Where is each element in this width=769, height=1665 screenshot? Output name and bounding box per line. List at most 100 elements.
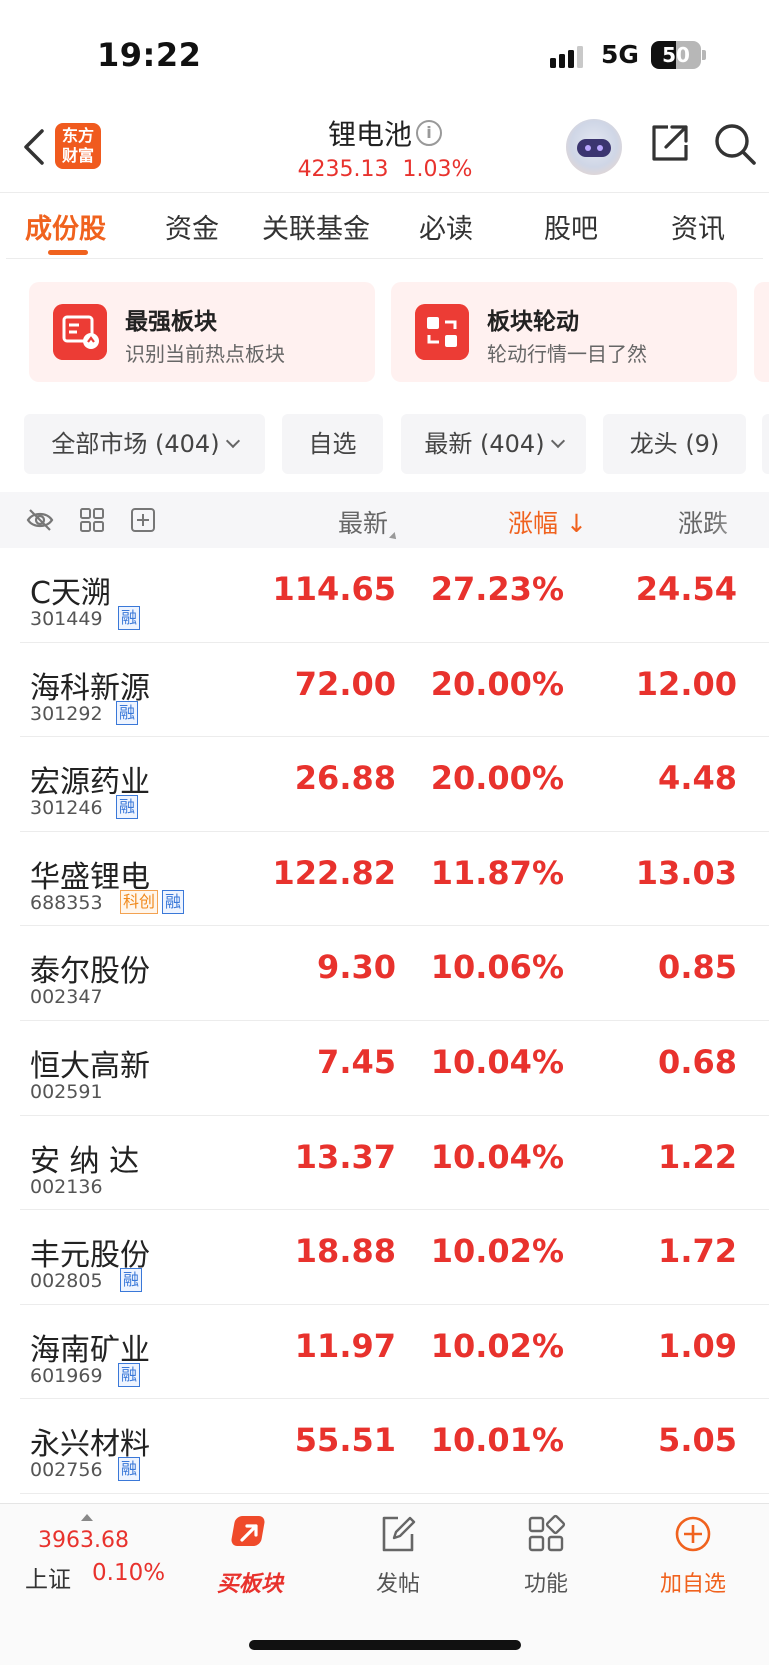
filter-label: 最新 (404)	[424, 430, 545, 458]
nav-label: 加自选	[659, 1572, 726, 1597]
stock-pct: 10.02%	[430, 1232, 564, 1271]
stock-change: 1.72	[658, 1232, 737, 1271]
chevron-down-icon	[550, 433, 565, 449]
battery-percent: 50	[662, 43, 690, 67]
margin-badge: 融	[116, 700, 139, 725]
column-pct-sorted[interactable]: 涨幅 ↓	[508, 504, 587, 540]
tab-related-funds[interactable]: 关联基金	[262, 207, 370, 246]
tabs-divider	[6, 258, 763, 259]
info-icon[interactable]: i	[416, 120, 442, 146]
stock-code: 601969	[30, 1364, 103, 1387]
stock-badges: 融	[116, 700, 139, 725]
market-filter-dropdown[interactable]: 全部市场 (404)	[24, 414, 265, 474]
sector-title-block: 锂电池 i 4235.13 1.03%	[250, 113, 520, 182]
strongest-sector-card[interactable]: 最强板块 识别当前热点板块	[29, 282, 375, 382]
stock-pct: 10.04%	[430, 1137, 564, 1176]
stock-price: 26.88	[294, 759, 396, 798]
margin-badge: 融	[162, 889, 185, 914]
stock-code: 002136	[30, 1175, 103, 1198]
stock-change: 4.48	[658, 759, 737, 798]
expand-caret-icon[interactable]	[81, 1514, 93, 1521]
stock-pct: 20.00%	[430, 759, 564, 798]
search-icon[interactable]	[712, 121, 758, 167]
stock-price: 114.65	[272, 570, 396, 608]
tab-news[interactable]: 资讯	[671, 207, 725, 246]
stock-code: 002805	[30, 1270, 103, 1293]
stock-row[interactable]: 华盛锂电 688353 科创融 122.82 11.87% 13.03	[0, 832, 769, 927]
stock-price: 55.51	[294, 1421, 396, 1460]
grid-view-icon[interactable]	[78, 506, 106, 534]
stock-row[interactable]: 安 纳 达 002136 13.37 10.04% 1.22	[0, 1116, 769, 1211]
stock-badges: 融	[120, 1268, 143, 1293]
stock-row[interactable]: 泰尔股份 002347 9.30 10.06% 0.85	[0, 926, 769, 1021]
add-box-icon[interactable]	[129, 506, 157, 534]
stock-list: C天溯 301449 融 114.65 27.23% 24.54 海科新源 30…	[0, 548, 769, 1494]
post-button[interactable]: 发帖	[343, 1514, 453, 1598]
stock-badges: 科创融	[120, 889, 185, 914]
page-title: 锂电池	[327, 118, 412, 151]
hide-eye-icon[interactable]	[26, 506, 54, 534]
stock-change: 13.03	[635, 853, 737, 892]
stock-badges: 融	[118, 1457, 141, 1482]
stock-row[interactable]: 丰元股份 002805 融 18.88 10.02% 1.72	[0, 1210, 769, 1305]
stock-code: 002756	[30, 1459, 103, 1482]
margin-badge: 融	[116, 795, 139, 820]
sh-index-name[interactable]: 上证	[25, 1560, 71, 1594]
next-card-edge[interactable]	[754, 282, 769, 382]
page-header: 东方财富 锂电池 i 4235.13 1.03%	[0, 105, 769, 193]
leader-filter[interactable]: 龙头 (9)	[603, 414, 746, 474]
stock-change: 1.22	[658, 1137, 737, 1176]
robot-face-icon	[577, 139, 611, 157]
sh-index-value[interactable]: 3963.68	[38, 1528, 129, 1553]
stock-pct: 11.87%	[430, 853, 564, 892]
add-watchlist-button[interactable]: 加自选	[638, 1514, 748, 1598]
column-latest[interactable]: 最新	[338, 504, 399, 542]
card-subtitle: 识别当前热点板块	[125, 342, 285, 366]
stock-change: 1.09	[658, 1326, 737, 1365]
tab-constituents[interactable]: 成份股	[25, 207, 106, 246]
sh-index-pct[interactable]: 0.10%	[92, 1560, 165, 1586]
stock-pct: 20.00%	[430, 664, 564, 703]
stock-name: C天溯	[30, 576, 111, 611]
stock-code: 301246	[30, 797, 103, 820]
sector-index-value: 4235.13	[297, 157, 389, 182]
star-market-badge: 科创	[120, 889, 159, 914]
sector-rotation-card[interactable]: 板块轮动 轮动行情一目了然	[391, 282, 737, 382]
tab-forum[interactable]: 股吧	[544, 207, 598, 246]
app-logo[interactable]: 东方财富	[55, 123, 101, 169]
latest-filter-dropdown[interactable]: 最新 (404)	[401, 414, 586, 474]
card-title: 最强板块	[125, 309, 217, 335]
buy-sector-button[interactable]: 买板块	[195, 1514, 305, 1598]
plus-circle-icon	[675, 1516, 711, 1552]
stock-row[interactable]: 海南矿业 601969 融 11.97 10.02% 1.09	[0, 1305, 769, 1400]
stock-code: 301449	[30, 608, 103, 630]
cellular-signal-icon	[550, 46, 583, 68]
tab-must-read[interactable]: 必读	[419, 207, 473, 246]
tab-bar: 成份股 资金 关联基金 必读 股吧 资讯	[0, 193, 769, 259]
stock-row[interactable]: C天溯 301449 融 114.65 27.23% 24.54	[0, 548, 769, 643]
share-icon[interactable]	[648, 121, 692, 165]
stock-pct: 10.04%	[430, 1042, 564, 1081]
next-filter-edge[interactable]	[762, 414, 769, 474]
stock-row[interactable]: 永兴材料 002756 融 55.51 10.01% 5.05	[0, 1399, 769, 1494]
margin-badge: 融	[118, 1362, 141, 1387]
sector-index-line: 4235.13 1.03%	[250, 157, 520, 182]
watchlist-filter[interactable]: 自选	[282, 414, 383, 474]
stock-name: 泰尔股份	[30, 954, 150, 990]
stock-price: 7.45	[317, 1042, 396, 1081]
stock-row[interactable]: 恒大高新 002591 7.45 10.04% 0.68	[0, 1021, 769, 1116]
stock-pct: 10.01%	[430, 1421, 564, 1460]
column-latest-label: 最新	[338, 509, 389, 538]
stock-row[interactable]: 宏源药业 301246 融 26.88 20.00% 4.48	[0, 737, 769, 832]
tab-capital[interactable]: 资金	[165, 207, 219, 246]
back-arrow-icon[interactable]	[18, 125, 48, 169]
margin-badge: 融	[118, 1457, 141, 1482]
home-indicator[interactable]	[249, 1640, 521, 1650]
functions-button[interactable]: 功能	[491, 1514, 601, 1598]
stock-row[interactable]: 海科新源 301292 融 72.00 20.00% 12.00	[0, 643, 769, 738]
strongest-sector-icon	[53, 304, 107, 360]
stock-pct: 10.02%	[430, 1326, 564, 1365]
nav-label: 发帖	[375, 1572, 420, 1597]
nav-label: 功能	[523, 1572, 568, 1597]
ai-assistant-avatar[interactable]	[566, 119, 622, 175]
